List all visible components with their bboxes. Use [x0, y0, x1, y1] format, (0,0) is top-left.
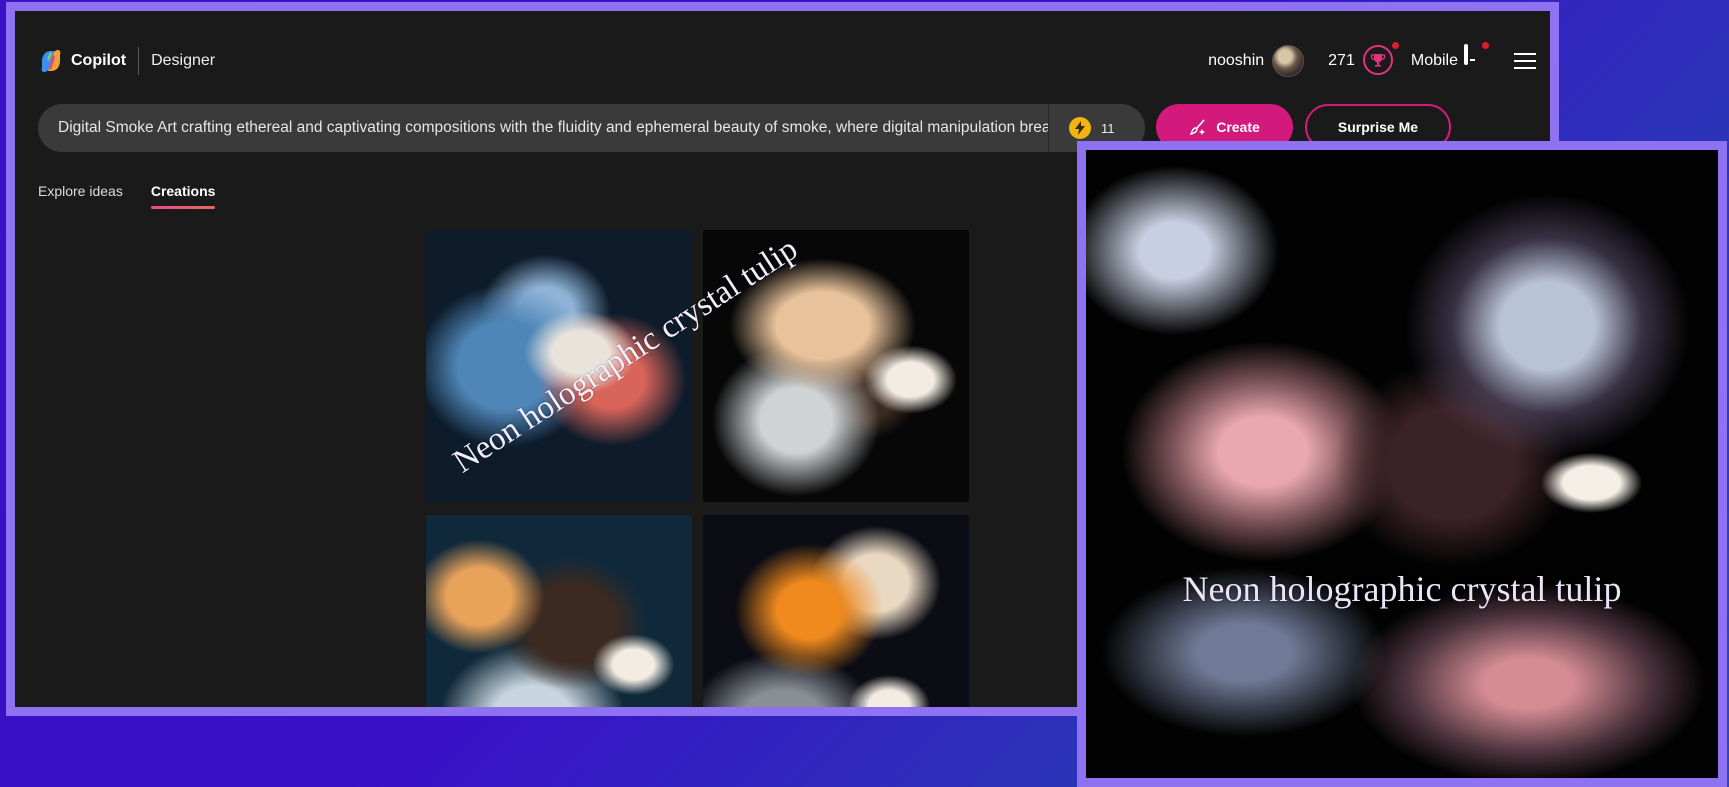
lightning-icon: [1069, 117, 1091, 139]
tab-explore-ideas[interactable]: Explore ideas: [38, 183, 123, 209]
user-area: nooshin 271 Mobile: [1208, 41, 1550, 81]
generated-image-4[interactable]: [703, 515, 969, 707]
preview-window: Neon holographic crystal tulip: [1077, 141, 1727, 787]
boost-count: 11: [1101, 120, 1115, 136]
product-name: Designer: [151, 52, 216, 69]
generated-image-3[interactable]: [426, 515, 692, 707]
brand[interactable]: Copilot Designer: [38, 47, 215, 75]
prompt-input[interactable]: Digital Smoke Art crafting ethereal and …: [38, 119, 1048, 137]
tab-bar: Explore ideas Creations: [38, 183, 243, 209]
create-label: Create: [1216, 119, 1260, 135]
menu-icon[interactable]: [1514, 53, 1536, 69]
avatar[interactable]: [1272, 45, 1305, 77]
mobile-notification-dot: [1482, 42, 1489, 49]
preview-overlay-caption: Neon holographic crystal tulip: [1182, 569, 1622, 609]
brand-name: Copilot: [71, 52, 127, 69]
tab-creations[interactable]: Creations: [150, 183, 215, 209]
prompt-bar: Digital Smoke Art crafting ethereal and …: [38, 104, 1145, 152]
mobile-label[interactable]: Mobile: [1411, 52, 1458, 70]
trophy-icon: [1362, 45, 1393, 75]
username[interactable]: nooshin: [1208, 52, 1264, 70]
copilot-logo-icon: [38, 48, 64, 74]
preview-image[interactable]: Neon holographic crystal tulip: [1086, 150, 1718, 778]
mobile-button[interactable]: [1464, 42, 1489, 76]
boosts-indicator[interactable]: 11: [1049, 117, 1145, 139]
rewards-notification-dot: [1391, 42, 1399, 49]
rewards-button[interactable]: [1362, 42, 1399, 77]
phone-icon: [1464, 44, 1468, 65]
top-bar: Copilot Designer nooshin 271 Mobile: [15, 11, 1550, 95]
rewards-points: 271: [1328, 52, 1355, 69]
brand-divider: [138, 47, 140, 75]
brush-icon: [1189, 118, 1207, 136]
